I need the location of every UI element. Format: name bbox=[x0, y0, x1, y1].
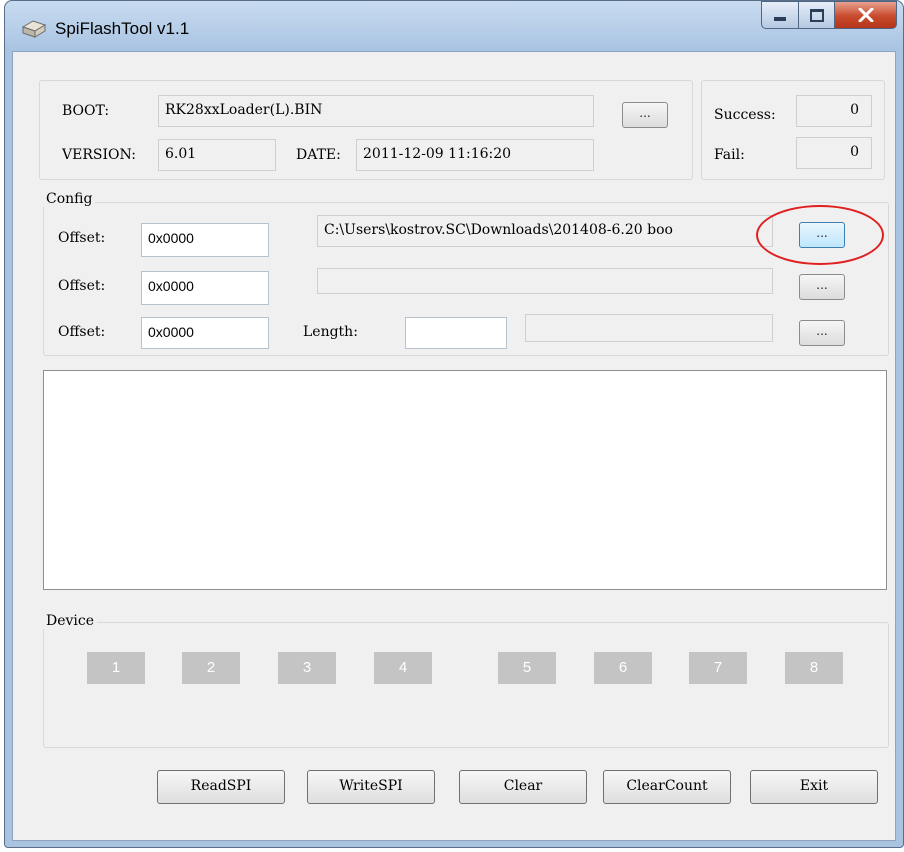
device-slot-1: 1 bbox=[87, 652, 145, 684]
device-group-title: Device bbox=[43, 613, 98, 629]
title-bar[interactable]: SpiFlashTool v1.1 bbox=[5, 1, 903, 51]
offset-label-3: Offset: bbox=[58, 324, 106, 340]
version-field: 6.01 bbox=[158, 139, 276, 171]
offset-label-1: Offset: bbox=[58, 230, 106, 246]
app-icon bbox=[21, 20, 47, 38]
device-slot-4: 4 bbox=[374, 652, 432, 684]
maximize-button[interactable] bbox=[799, 1, 835, 29]
offset-input-2[interactable]: 0x0000 bbox=[141, 271, 269, 305]
device-slot-3: 3 bbox=[278, 652, 336, 684]
length-label: Length: bbox=[303, 324, 358, 340]
device-slot-6: 6 bbox=[594, 652, 652, 684]
file-browse-button-2[interactable]: ... bbox=[799, 274, 845, 300]
write-spi-button[interactable]: WriteSPI bbox=[307, 770, 435, 804]
maximize-icon bbox=[809, 8, 824, 22]
window-title: SpiFlashTool v1.1 bbox=[55, 19, 190, 38]
minimize-icon bbox=[774, 17, 786, 21]
version-label: VERSION: bbox=[62, 147, 136, 163]
clear-button[interactable]: Clear bbox=[459, 770, 587, 804]
highlight-ring bbox=[756, 205, 884, 265]
date-field: 2011-12-09 11:16:20 bbox=[356, 139, 594, 171]
file-path-field-3 bbox=[525, 314, 773, 342]
offset-input-1[interactable]: 0x0000 bbox=[141, 223, 269, 257]
fail-label: Fail: bbox=[714, 147, 745, 163]
log-output[interactable] bbox=[43, 370, 887, 590]
boot-panel: BOOT: RK28xxLoader(L).BIN ... VERSION: 6… bbox=[39, 80, 693, 180]
count-panel: Success: 0 Fail: 0 bbox=[701, 80, 885, 180]
device-slot-7: 7 bbox=[689, 652, 747, 684]
device-panel bbox=[43, 622, 889, 748]
offset-input-3[interactable]: 0x0000 bbox=[141, 317, 269, 349]
device-slot-5: 5 bbox=[498, 652, 556, 684]
length-input[interactable] bbox=[405, 317, 507, 349]
fail-count: 0 bbox=[796, 137, 872, 169]
exit-button[interactable]: Exit bbox=[750, 770, 878, 804]
boot-file-field: RK28xxLoader(L).BIN bbox=[158, 95, 594, 127]
clear-count-button[interactable]: ClearCount bbox=[603, 770, 731, 804]
success-label: Success: bbox=[714, 107, 776, 123]
date-label: DATE: bbox=[296, 147, 341, 163]
app-window: SpiFlashTool v1.1 BOOT: RK28xxLoader(L).… bbox=[4, 0, 904, 848]
close-button[interactable] bbox=[835, 1, 897, 29]
offset-label-2: Offset: bbox=[58, 278, 106, 294]
file-path-field-1: C:\Users\kostrov.SC\Downloads\201408-6.2… bbox=[317, 215, 773, 247]
config-group-title: Config bbox=[43, 191, 96, 207]
boot-browse-button[interactable]: ... bbox=[622, 102, 668, 128]
close-icon bbox=[858, 8, 873, 22]
caption-buttons bbox=[761, 1, 897, 31]
read-spi-button[interactable]: ReadSPI bbox=[157, 770, 285, 804]
client-area: BOOT: RK28xxLoader(L).BIN ... VERSION: 6… bbox=[12, 51, 896, 841]
device-slot-8: 8 bbox=[785, 652, 843, 684]
device-slot-2: 2 bbox=[182, 652, 240, 684]
boot-label: BOOT: bbox=[62, 103, 110, 119]
success-count: 0 bbox=[796, 95, 872, 127]
minimize-button[interactable] bbox=[761, 1, 799, 29]
file-path-field-2 bbox=[317, 268, 773, 294]
file-browse-button-3[interactable]: ... bbox=[799, 320, 845, 346]
